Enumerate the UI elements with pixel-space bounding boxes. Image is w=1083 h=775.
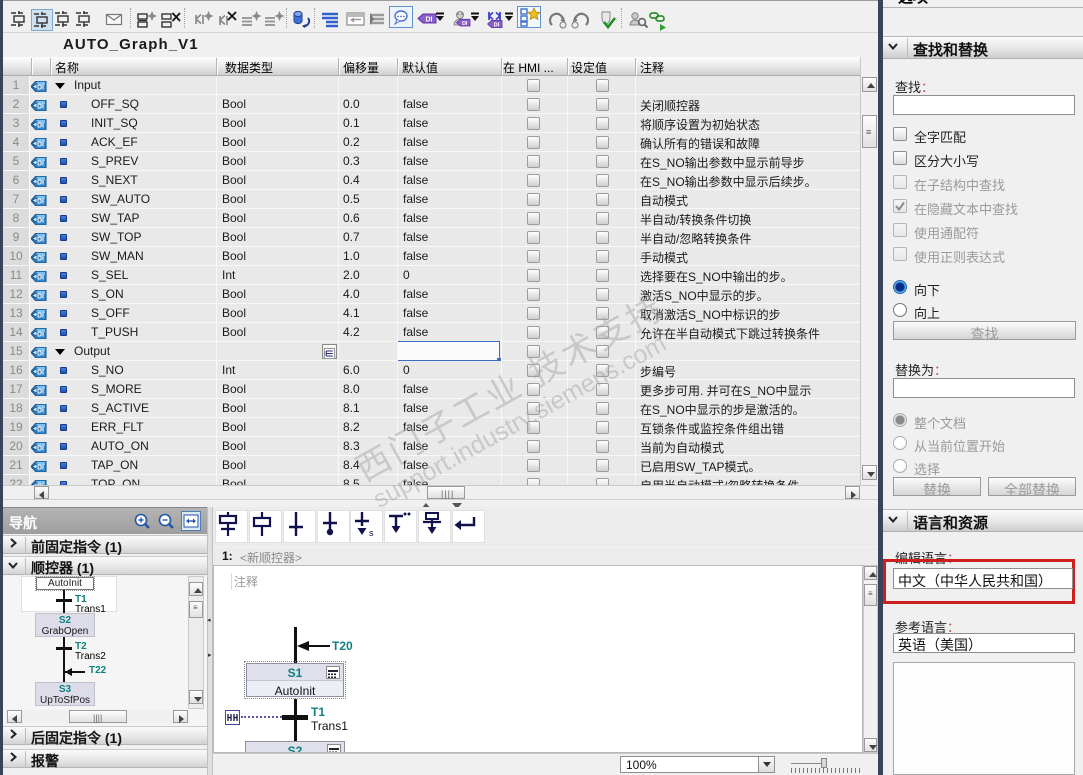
svg-text:DI: DI — [37, 161, 44, 168]
svg-text:DI: DI — [37, 370, 44, 377]
svg-text:DI: DI — [37, 237, 44, 244]
svg-text:DI: DI — [37, 256, 44, 263]
svg-text:DI: DI — [37, 351, 44, 358]
svg-text:DI: DI — [37, 85, 44, 92]
svg-text:DI: DI — [37, 408, 44, 415]
svg-text:DI: DI — [37, 465, 44, 472]
svg-text:DI: DI — [37, 142, 44, 149]
svg-text:s: s — [369, 528, 374, 537]
svg-text:DI: DI — [37, 389, 44, 396]
svg-text:DI: DI — [37, 180, 44, 187]
svg-text:DI: DI — [37, 104, 44, 111]
svg-text:DI: DI — [37, 275, 44, 282]
svg-text:DI: DI — [37, 446, 44, 453]
svg-text:DI: DI — [37, 313, 44, 320]
svg-text:DI: DI — [37, 199, 44, 206]
svg-text:DI: DI — [37, 294, 44, 301]
svg-text:DI: DI — [37, 123, 44, 130]
svg-text:DI: DI — [37, 332, 44, 339]
svg-text:DI: DI — [37, 218, 44, 225]
svg-text:DI: DI — [37, 427, 44, 434]
